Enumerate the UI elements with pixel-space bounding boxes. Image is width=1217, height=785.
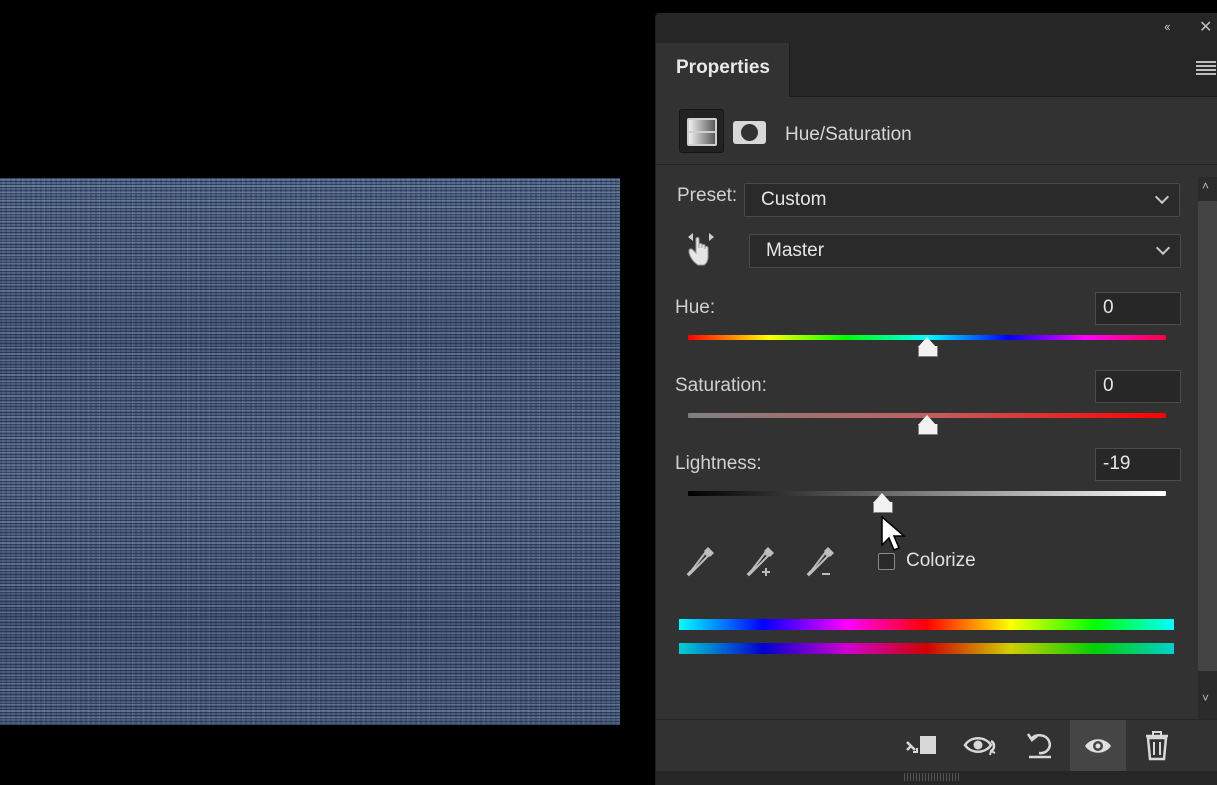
mask-icon[interactable] <box>733 121 766 144</box>
saturation-input[interactable]: 0 <box>1095 370 1181 403</box>
panel-title-strip: ‹‹ ✕ <box>656 13 1217 43</box>
adjustment-title: Hue/Saturation <box>785 124 912 145</box>
saturation-label: Saturation: <box>675 375 767 396</box>
saturation-value: 0 <box>1103 375 1114 396</box>
visibility-eye-icon <box>1085 739 1111 753</box>
tab-properties-label: Properties <box>676 57 770 78</box>
reset-icon[interactable] <box>1022 728 1058 764</box>
lightness-label: Lightness: <box>675 453 762 474</box>
chevron-down-icon <box>1155 240 1171 256</box>
panel-tab-bar: Properties <box>656 43 1217 97</box>
scroll-thumb[interactable] <box>1198 201 1217 671</box>
colorize-checkbox[interactable] <box>878 553 895 570</box>
hue-label: Hue: <box>675 297 716 318</box>
lightness-value: -19 <box>1103 453 1131 474</box>
scroll-down-icon[interactable]: ˅ <box>1202 691 1209 705</box>
input-spectrum-bar <box>679 619 1174 630</box>
properties-panel: ‹‹ ✕ Properties Hue/Saturation ˄ ˅ Prese… <box>655 13 1217 785</box>
eyedropper-add-icon[interactable] <box>744 544 778 580</box>
colorize-label: Colorize <box>906 550 976 571</box>
lightness-slider-track[interactable] <box>688 491 1166 496</box>
hue-value: 0 <box>1103 297 1114 318</box>
close-icon[interactable]: ✕ <box>1199 17 1212 37</box>
view-previous-state-icon[interactable] <box>963 728 999 764</box>
panel-footer-strip <box>656 771 1217 785</box>
adjustment-icon[interactable] <box>679 109 724 153</box>
channel-dropdown[interactable]: Master <box>749 234 1181 268</box>
collapse-panels-icon[interactable]: ‹‹ <box>1164 19 1171 34</box>
eyedropper-icon[interactable] <box>684 544 718 580</box>
panel-menu-icon[interactable] <box>1196 61 1216 75</box>
panel-footer <box>656 719 1217 772</box>
panel-scrollbar[interactable]: ˄ ˅ <box>1198 177 1217 719</box>
hue-input[interactable]: 0 <box>1095 292 1181 325</box>
preset-value: Custom <box>761 189 827 210</box>
preset-label: Preset: <box>677 185 738 206</box>
visibility-toggle-button[interactable] <box>1070 720 1126 772</box>
denim-texture-image[interactable] <box>0 178 620 725</box>
resize-grip[interactable] <box>904 773 960 781</box>
document-canvas[interactable] <box>0 0 655 785</box>
output-spectrum-bar <box>679 643 1174 654</box>
chevron-down-icon <box>1154 189 1170 205</box>
scroll-up-icon[interactable]: ˄ <box>1202 179 1209 193</box>
clip-to-layer-icon[interactable] <box>903 728 939 764</box>
trash-icon[interactable] <box>1139 728 1175 764</box>
eyedropper-subtract-icon[interactable] <box>804 544 838 580</box>
adjustment-type-row: Hue/Saturation <box>656 97 1217 165</box>
tab-properties[interactable]: Properties <box>656 43 790 97</box>
channel-value: Master <box>766 240 825 261</box>
mouse-cursor-icon <box>881 515 907 551</box>
preset-dropdown[interactable]: Custom <box>744 183 1180 217</box>
targeted-adjustment-hand-icon[interactable] <box>684 231 718 269</box>
lightness-input[interactable]: -19 <box>1095 448 1181 481</box>
